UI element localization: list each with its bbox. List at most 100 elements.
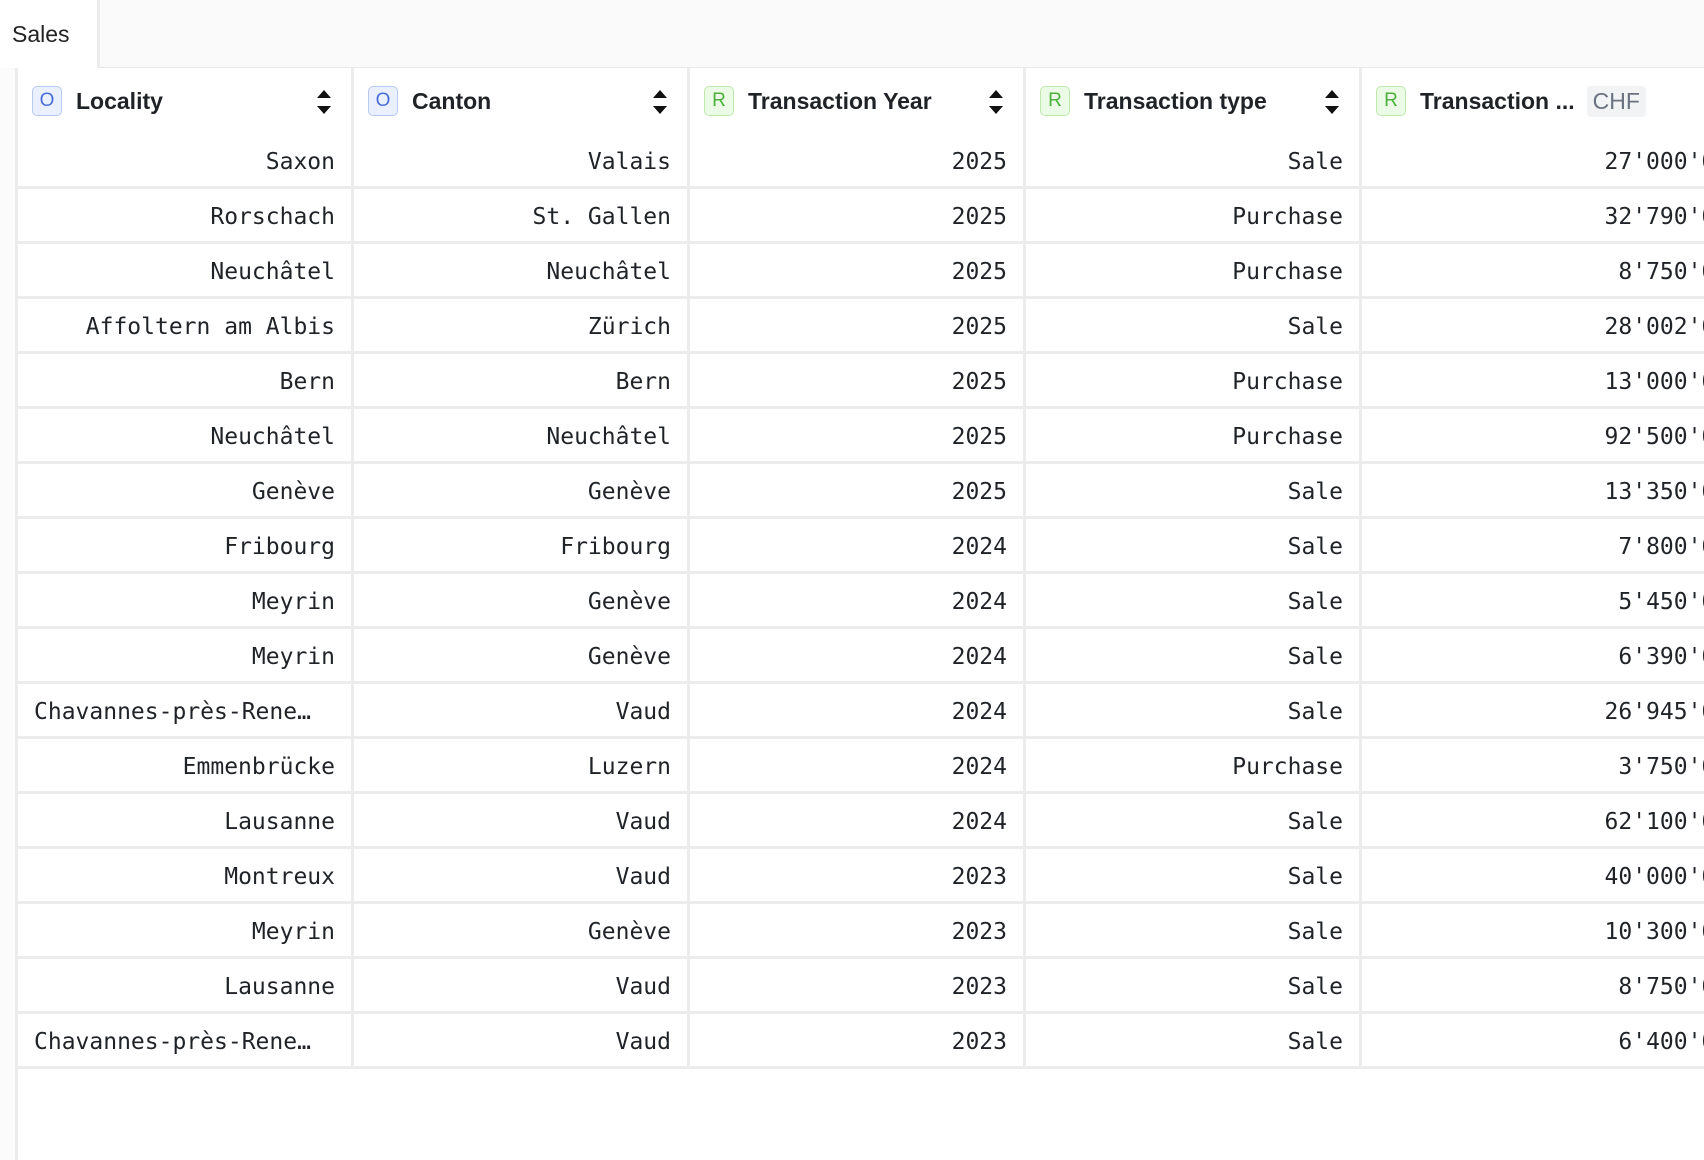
table-cell[interactable]: 2024 [690,739,1026,794]
column-header-1[interactable]: O Canton [354,68,690,134]
table-cell[interactable]: Purchase [1026,739,1362,794]
table-cell[interactable]: 2023 [690,849,1026,904]
table-row[interactable]: Bern Bern 2025 Purchase 13'000'000 [18,354,1704,409]
table-cell[interactable]: Neuchâtel [354,244,690,299]
table-cell[interactable]: 2023 [690,1014,1026,1069]
table-cell[interactable]: Chavannes-près-Rene… [18,684,354,739]
table-cell[interactable]: Vaud [354,849,690,904]
table-cell[interactable]: Vaud [354,959,690,1014]
table-cell[interactable]: 2025 [690,354,1026,409]
table-row[interactable]: Montreux Vaud 2023 Sale 40'000'000 [18,849,1704,904]
table-cell[interactable]: Neuchâtel [18,244,354,299]
table-row[interactable]: Meyrin Genève 2024 Sale 5'450'000 [18,574,1704,629]
table-cell[interactable]: Zürich [354,299,690,354]
sort-icon[interactable] [987,87,1005,117]
table-cell[interactable]: 2024 [690,629,1026,684]
table-cell[interactable]: 2025 [690,464,1026,519]
table-cell[interactable]: Sale [1026,299,1362,354]
table-cell[interactable]: Sale [1026,574,1362,629]
table-cell[interactable]: 10'300'000 [1362,904,1704,959]
table-cell[interactable]: Fribourg [18,519,354,574]
table-row[interactable]: Rorschach St. Gallen 2025 Purchase 32'790'00… [18,189,1704,244]
table-cell[interactable]: Sale [1026,849,1362,904]
table-cell[interactable]: Vaud [354,794,690,849]
table-cell[interactable]: 8'750'000 [1362,244,1704,299]
table-row[interactable]: Neuchâtel Neuchâtel 2025 Purchase 8'750'000 [18,244,1704,299]
column-header-2[interactable]: R Transaction Year [690,68,1026,134]
table-cell[interactable]: 2024 [690,519,1026,574]
table-cell[interactable]: Montreux [18,849,354,904]
table-cell[interactable]: Genève [354,464,690,519]
table-cell[interactable]: 8'750'000 [1362,959,1704,1014]
table-row[interactable]: Genève Genève 2025 Sale 13'350'000 [18,464,1704,519]
table-cell[interactable]: 2024 [690,794,1026,849]
table-cell[interactable]: Sale [1026,1014,1362,1069]
table-row[interactable]: Lausanne Vaud 2023 Sale 8'750'000 [18,959,1704,1014]
table-cell[interactable]: Affoltern am Albis [18,299,354,354]
table-cell[interactable]: Genève [354,629,690,684]
table-cell[interactable]: Sale [1026,794,1362,849]
table-row[interactable]: Lausanne Vaud 2024 Sale 62'100'000 [18,794,1704,849]
table-cell[interactable]: Genève [354,904,690,959]
table-cell[interactable]: St. Gallen [354,189,690,244]
sort-icon[interactable] [651,87,669,117]
table-cell[interactable]: 13'350'000 [1362,464,1704,519]
table-cell[interactable]: 13'000'000 [1362,354,1704,409]
table-cell[interactable]: Sale [1026,904,1362,959]
table-cell[interactable]: Valais [354,134,690,189]
column-header-4[interactable]: R Transaction ... CHF [1362,68,1704,134]
sort-icon[interactable] [1323,87,1341,117]
table-cell[interactable]: 6'400'000 [1362,1014,1704,1069]
table-cell[interactable]: Fribourg [354,519,690,574]
table-cell[interactable]: 32'790'000 [1362,189,1704,244]
table-row[interactable]: Affoltern am Albis Zürich 2025 Sale 28'002'0… [18,299,1704,354]
table-cell[interactable]: Bern [18,354,354,409]
table-cell[interactable]: Sale [1026,629,1362,684]
table-cell[interactable]: Purchase [1026,189,1362,244]
table-cell[interactable]: 2023 [690,959,1026,1014]
table-cell[interactable]: Saxon [18,134,354,189]
table-cell[interactable]: 2023 [690,904,1026,959]
table-row[interactable]: Meyrin Genève 2023 Sale 10'300'000 [18,904,1704,959]
table-cell[interactable]: Genève [18,464,354,519]
table-cell[interactable]: Luzern [354,739,690,794]
table-cell[interactable]: Chavannes-près-Rene… [18,1014,354,1069]
table-cell[interactable]: 92'500'000 [1362,409,1704,464]
table-cell[interactable]: 40'000'000 [1362,849,1704,904]
table-cell[interactable]: 62'100'000 [1362,794,1704,849]
table-cell[interactable]: Bern [354,354,690,409]
table-cell[interactable]: 2024 [690,684,1026,739]
table-row[interactable]: Saxon Valais 2025 Sale 27'000'000 [18,134,1704,189]
table-row[interactable]: Emmenbrücke Luzern 2024 Purchase 3'750'000 [18,739,1704,794]
table-cell[interactable]: Purchase [1026,354,1362,409]
table-cell[interactable]: 2025 [690,244,1026,299]
table-cell[interactable]: Sale [1026,464,1362,519]
table-cell[interactable]: Lausanne [18,794,354,849]
table-cell[interactable]: 5'450'000 [1362,574,1704,629]
table-cell[interactable]: 3'750'000 [1362,739,1704,794]
table-cell[interactable]: Rorschach [18,189,354,244]
table-cell[interactable]: 2025 [690,299,1026,354]
table-cell[interactable]: Meyrin [18,629,354,684]
table-cell[interactable]: Genève [354,574,690,629]
table-cell[interactable]: Purchase [1026,244,1362,299]
table-row[interactable]: Neuchâtel Neuchâtel 2025 Purchase 92'500'000 [18,409,1704,464]
table-cell[interactable]: 26'945'000 [1362,684,1704,739]
table-cell[interactable]: 2025 [690,409,1026,464]
table-cell[interactable]: 27'000'000 [1362,134,1704,189]
table-cell[interactable]: Meyrin [18,904,354,959]
table-cell[interactable]: Lausanne [18,959,354,1014]
sort-icon[interactable] [315,87,333,117]
table-row[interactable]: Chavannes-près-Rene… Vaud 2023 Sale 6'400'00… [18,1014,1704,1069]
table-cell[interactable]: Neuchâtel [354,409,690,464]
table-cell[interactable]: Vaud [354,684,690,739]
table-cell[interactable]: Sale [1026,134,1362,189]
table-cell[interactable]: Emmenbrücke [18,739,354,794]
table-cell[interactable]: Sale [1026,519,1362,574]
table-row[interactable]: Fribourg Fribourg 2024 Sale 7'800'000 [18,519,1704,574]
table-cell[interactable]: Meyrin [18,574,354,629]
table-cell[interactable]: 2024 [690,574,1026,629]
table-cell[interactable]: Purchase [1026,409,1362,464]
table-cell[interactable]: Vaud [354,1014,690,1069]
table-row[interactable]: Chavannes-près-Rene… Vaud 2024 Sale 26'945'0… [18,684,1704,739]
